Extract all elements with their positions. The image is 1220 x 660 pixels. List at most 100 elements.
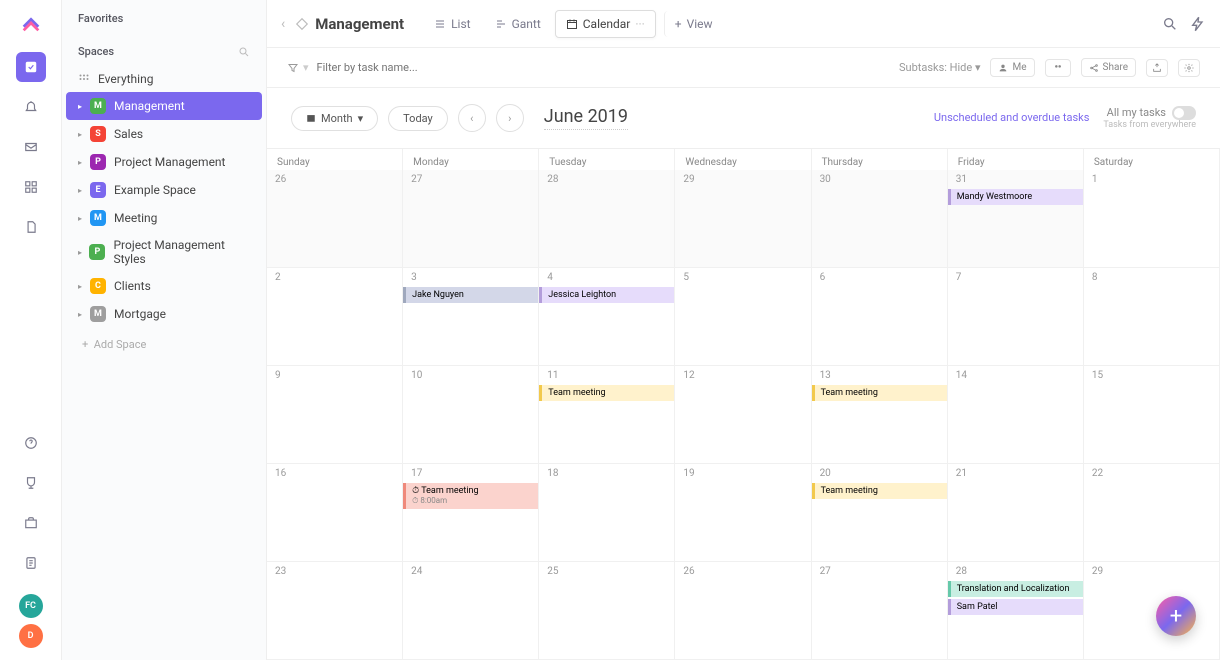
- calendar-event[interactable]: ⏱ Team meeting⏱ 8:00am: [403, 483, 538, 509]
- calendar-title[interactable]: June 2019: [544, 106, 628, 130]
- rail-docs-icon[interactable]: [16, 212, 46, 242]
- calendar-cell[interactable]: 22: [1084, 464, 1220, 562]
- chevron-right-icon: ▸: [78, 282, 88, 291]
- unscheduled-link[interactable]: Unscheduled and overdue tasks: [934, 111, 1089, 124]
- calendar-cell[interactable]: 2: [267, 268, 403, 366]
- cell-date: 8: [1084, 272, 1219, 287]
- calendar-cell[interactable]: 6: [812, 268, 948, 366]
- next-button[interactable]: ›: [496, 104, 524, 132]
- bolt-icon[interactable]: [1190, 16, 1206, 32]
- prev-button[interactable]: ‹: [458, 104, 486, 132]
- calendar-cell[interactable]: 24: [403, 562, 539, 660]
- autosave-icon[interactable]: [1146, 59, 1168, 77]
- tab-gantt[interactable]: Gantt: [485, 11, 551, 37]
- today-button[interactable]: Today: [388, 106, 448, 131]
- calendar-cell[interactable]: 29: [675, 170, 811, 268]
- calendar-cell[interactable]: 26: [675, 562, 811, 660]
- calendar-cell[interactable]: 11Team meeting: [539, 366, 675, 464]
- filter-input[interactable]: [317, 61, 517, 74]
- me-filter[interactable]: Me: [990, 58, 1034, 77]
- subtasks-toggle[interactable]: Subtasks: Hide ▾: [899, 61, 981, 74]
- cell-date: 13: [812, 370, 947, 385]
- space-item[interactable]: ▸SSales: [62, 120, 266, 148]
- share-button[interactable]: Share: [1081, 58, 1136, 77]
- calendar-cell[interactable]: 27: [403, 170, 539, 268]
- calendar-event[interactable]: Team meeting: [812, 483, 947, 499]
- back-button[interactable]: ‹: [281, 16, 285, 32]
- space-item[interactable]: ▸CClients: [62, 272, 266, 300]
- sidebar: Favorites Spaces Everything ▸MManagement…: [62, 0, 267, 660]
- calendar-event[interactable]: Mandy Westmoore: [948, 189, 1083, 205]
- calendar-cell[interactable]: 19: [675, 464, 811, 562]
- tab-options-icon[interactable]: ···: [635, 17, 644, 31]
- space-item[interactable]: ▸MMeeting: [62, 204, 266, 232]
- calendar-cell[interactable]: 23: [267, 562, 403, 660]
- rail-work-icon[interactable]: [16, 508, 46, 538]
- rail-notifications-icon[interactable]: [16, 92, 46, 122]
- add-view-button[interactable]: + View: [664, 11, 723, 37]
- assignee-filter[interactable]: [1045, 59, 1071, 77]
- calendar-cell[interactable]: 18: [539, 464, 675, 562]
- calendar-cell[interactable]: 25: [539, 562, 675, 660]
- calendar-cell[interactable]: 21: [948, 464, 1084, 562]
- space-item[interactable]: ▸MManagement: [66, 92, 262, 120]
- rail-notepad-icon[interactable]: [16, 548, 46, 578]
- calendar-event[interactable]: Team meeting: [539, 385, 674, 401]
- cell-date: 30: [812, 174, 947, 189]
- all-tasks-toggle[interactable]: All my tasks Tasks from everywhere: [1103, 106, 1196, 131]
- calendar-cell[interactable]: 29: [1084, 562, 1220, 660]
- calendar-cell[interactable]: 4Jessica Leighton: [539, 268, 675, 366]
- rail-dashboards-icon[interactable]: [16, 172, 46, 202]
- calendar-cell[interactable]: 27: [812, 562, 948, 660]
- tab-calendar[interactable]: Calendar···: [555, 10, 656, 38]
- space-item[interactable]: ▸EExample Space: [62, 176, 266, 204]
- user-avatar[interactable]: D: [19, 624, 43, 648]
- calendar-event[interactable]: Translation and Localization: [948, 581, 1083, 597]
- favorites-header[interactable]: Favorites: [62, 0, 266, 33]
- calendar-cell[interactable]: 5: [675, 268, 811, 366]
- calendar-cell[interactable]: 31Mandy Westmoore: [948, 170, 1084, 268]
- space-item[interactable]: ▸PProject Management: [62, 148, 266, 176]
- search-icon[interactable]: [238, 46, 250, 58]
- calendar-cell[interactable]: 26: [267, 170, 403, 268]
- filter-icon[interactable]: [287, 62, 299, 74]
- space-item[interactable]: ▸PProject Management Styles: [62, 232, 266, 272]
- create-task-fab[interactable]: +: [1156, 596, 1196, 636]
- calendar-cell[interactable]: 3Jake Nguyen: [403, 268, 539, 366]
- everything-item[interactable]: Everything: [62, 66, 266, 92]
- calendar-cell[interactable]: 12: [675, 366, 811, 464]
- rail-goals-icon[interactable]: [16, 468, 46, 498]
- range-selector[interactable]: Month ▾: [291, 106, 378, 131]
- calendar-cell[interactable]: 20Team meeting: [812, 464, 948, 562]
- calendar-cell[interactable]: 14: [948, 366, 1084, 464]
- user-avatar[interactable]: FC: [19, 594, 43, 618]
- calendar-event[interactable]: Team meeting: [812, 385, 947, 401]
- spaces-header[interactable]: Spaces: [62, 33, 266, 66]
- everything-label: Everything: [98, 72, 153, 86]
- calendar-cell[interactable]: 9: [267, 366, 403, 464]
- rail-tasks-icon[interactable]: [16, 52, 46, 82]
- calendar-cell[interactable]: 8: [1084, 268, 1220, 366]
- calendar-cell[interactable]: 28: [539, 170, 675, 268]
- calendar-cell[interactable]: 7: [948, 268, 1084, 366]
- add-space-button[interactable]: + Add Space: [62, 328, 266, 361]
- rail-inbox-icon[interactable]: [16, 132, 46, 162]
- settings-icon[interactable]: [1178, 59, 1200, 77]
- calendar-event[interactable]: Jake Nguyen: [403, 287, 538, 303]
- main-content: ‹ Management List Gantt Calendar··· + Vi…: [267, 0, 1220, 660]
- tab-list[interactable]: List: [424, 11, 481, 37]
- calendar-event[interactable]: Jessica Leighton: [539, 287, 674, 303]
- calendar-cell[interactable]: 30: [812, 170, 948, 268]
- calendar-cell[interactable]: 16: [267, 464, 403, 562]
- space-item[interactable]: ▸MMortgage: [62, 300, 266, 328]
- calendar-cell[interactable]: 13Team meeting: [812, 366, 948, 464]
- calendar-cell[interactable]: 17⏱ Team meeting⏱ 8:00am: [403, 464, 539, 562]
- calendar-cell[interactable]: 1: [1084, 170, 1220, 268]
- calendar-cell[interactable]: 10: [403, 366, 539, 464]
- space-label: Sales: [114, 127, 143, 141]
- rail-help-icon[interactable]: [16, 428, 46, 458]
- search-icon[interactable]: [1162, 16, 1178, 32]
- calendar-cell[interactable]: 15: [1084, 366, 1220, 464]
- calendar-event[interactable]: Sam Patel: [948, 599, 1083, 615]
- calendar-cell[interactable]: 28Translation and LocalizationSam Patel: [948, 562, 1084, 660]
